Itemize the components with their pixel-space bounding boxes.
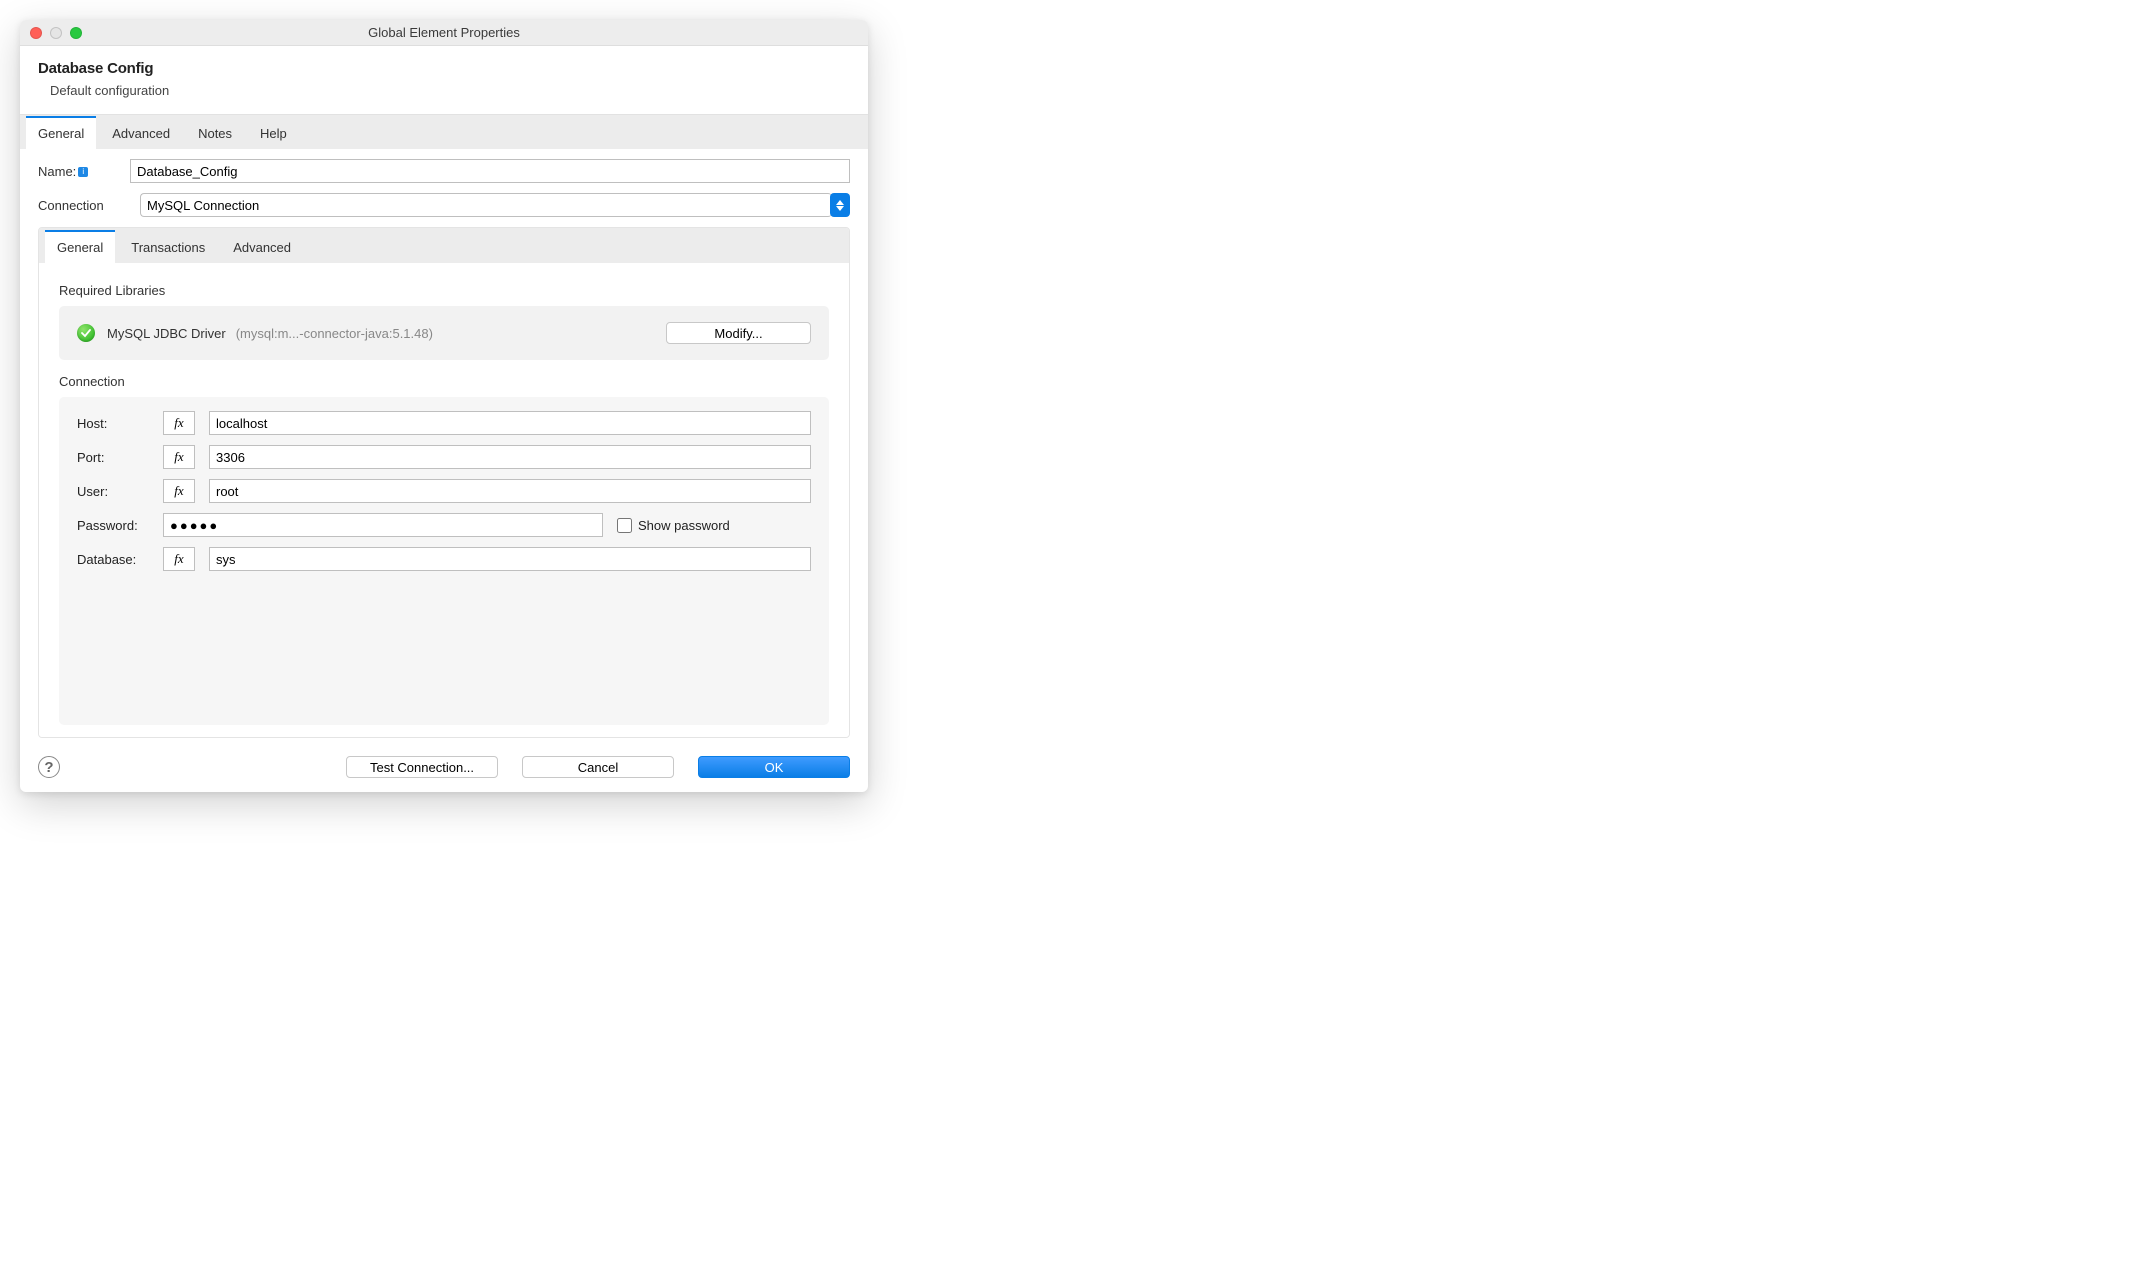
- tab-notes[interactable]: Notes: [186, 116, 244, 149]
- check-icon: [77, 324, 95, 342]
- host-row: Host: fx: [77, 411, 811, 435]
- page-subtitle: Default configuration: [38, 83, 850, 98]
- minimize-icon: [50, 27, 62, 39]
- show-password-label: Show password: [638, 518, 730, 533]
- lib-row: MySQL JDBC Driver (mysql:m...-connector-…: [59, 306, 829, 360]
- footer-buttons: Test Connection... Cancel OK: [346, 756, 850, 778]
- show-password[interactable]: Show password: [617, 518, 730, 533]
- test-connection-button[interactable]: Test Connection...: [346, 756, 498, 778]
- connection-select[interactable]: [140, 193, 850, 217]
- main-tabs: General Advanced Notes Help: [20, 114, 868, 149]
- password-row: Password: Show password: [77, 513, 811, 537]
- connection-fields: Host: fx Port: fx User: fx: [59, 397, 829, 725]
- fx-button-port[interactable]: fx: [163, 445, 195, 469]
- fx-button-host[interactable]: fx: [163, 411, 195, 435]
- required-libs-label: Required Libraries: [59, 283, 829, 298]
- inner-tab-transactions[interactable]: Transactions: [119, 230, 217, 263]
- database-row: Database: fx: [77, 547, 811, 571]
- dialog-window: Global Element Properties Database Confi…: [20, 20, 868, 792]
- tab-general[interactable]: General: [26, 116, 96, 149]
- inner-tab-general[interactable]: General: [45, 230, 115, 263]
- spacer: [77, 581, 811, 711]
- header: Database Config Default configuration: [20, 46, 868, 114]
- window-title: Global Element Properties: [30, 25, 858, 40]
- footer: ? Test Connection... Cancel OK: [20, 746, 868, 792]
- tab-help[interactable]: Help: [248, 116, 299, 149]
- modify-button[interactable]: Modify...: [666, 322, 811, 344]
- password-input[interactable]: [163, 513, 603, 537]
- database-label: Database:: [77, 552, 163, 567]
- fx-button-user[interactable]: fx: [163, 479, 195, 503]
- close-icon[interactable]: [30, 27, 42, 39]
- database-input[interactable]: [209, 547, 811, 571]
- lib-name: MySQL JDBC Driver: [107, 326, 226, 341]
- user-row: User: fx: [77, 479, 811, 503]
- fx-button-database[interactable]: fx: [163, 547, 195, 571]
- cancel-button[interactable]: Cancel: [522, 756, 674, 778]
- port-input[interactable]: [209, 445, 811, 469]
- port-row: Port: fx: [77, 445, 811, 469]
- lib-detail: (mysql:m...-connector-java:5.1.48): [236, 326, 433, 341]
- body: Name:i Connection General Transactions A…: [20, 149, 868, 746]
- port-label: Port:: [77, 450, 163, 465]
- inner-tab-advanced[interactable]: Advanced: [221, 230, 303, 263]
- inner-body: Required Libraries MySQL JDBC Driver (my…: [39, 263, 849, 737]
- tab-advanced[interactable]: Advanced: [100, 116, 182, 149]
- info-icon: i: [78, 167, 88, 177]
- name-input[interactable]: [130, 159, 850, 183]
- page-title: Database Config: [38, 60, 850, 77]
- name-row: Name:i: [38, 159, 850, 183]
- host-label: Host:: [77, 416, 163, 431]
- window-controls: [30, 27, 82, 39]
- user-input[interactable]: [209, 479, 811, 503]
- show-password-checkbox[interactable]: [617, 518, 632, 533]
- connection-label: Connection: [38, 198, 130, 213]
- help-icon[interactable]: ?: [38, 756, 60, 778]
- connection-row: Connection: [38, 193, 850, 217]
- ok-button[interactable]: OK: [698, 756, 850, 778]
- zoom-icon[interactable]: [70, 27, 82, 39]
- host-input[interactable]: [209, 411, 811, 435]
- connection-value[interactable]: [140, 193, 832, 217]
- titlebar: Global Element Properties: [20, 20, 868, 46]
- name-label: Name:i: [38, 164, 130, 179]
- password-label: Password:: [77, 518, 163, 533]
- dropdown-icon[interactable]: [830, 193, 850, 217]
- connection-section-label: Connection: [59, 374, 829, 389]
- user-label: User:: [77, 484, 163, 499]
- connection-panel: General Transactions Advanced Required L…: [38, 227, 850, 738]
- inner-tabs: General Transactions Advanced: [39, 228, 849, 263]
